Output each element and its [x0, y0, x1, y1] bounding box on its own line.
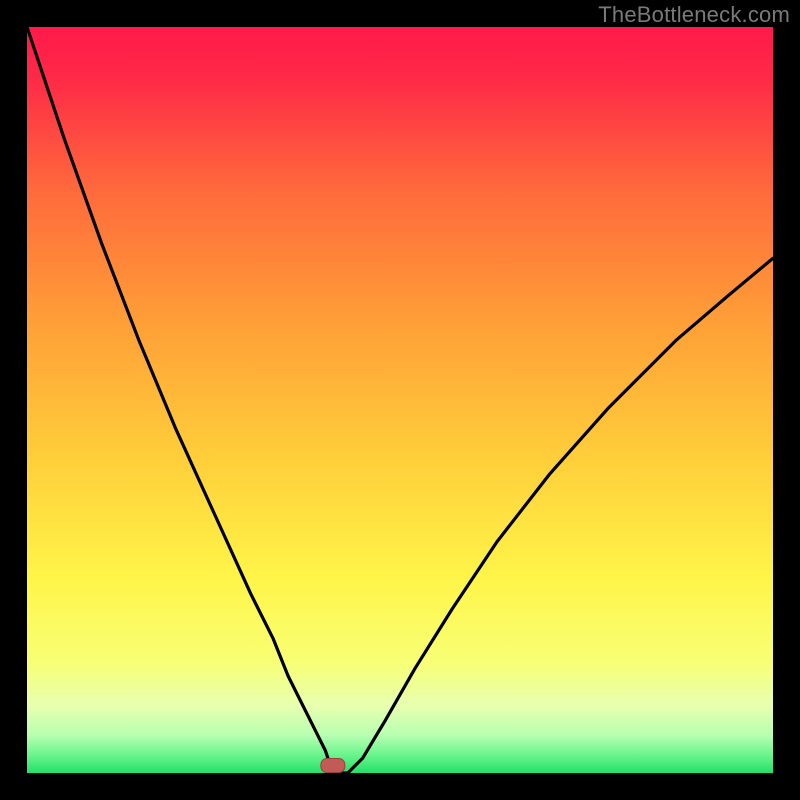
gradient-background — [27, 27, 773, 773]
marker-point — [321, 759, 345, 773]
plot-frame — [27, 27, 773, 773]
watermark-text: TheBottleneck.com — [598, 2, 790, 28]
chart-container: TheBottleneck.com — [0, 0, 800, 800]
plot-svg — [27, 27, 773, 773]
